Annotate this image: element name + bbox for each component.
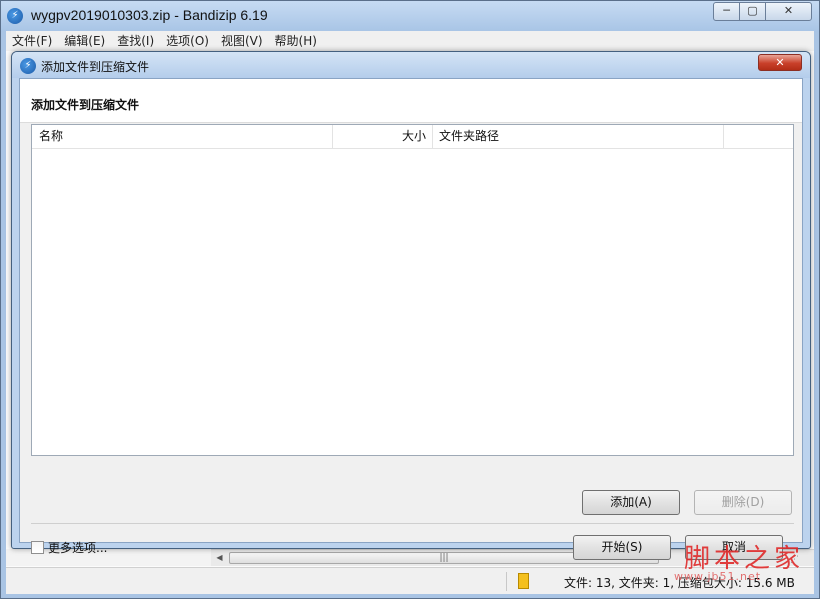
add-button[interactable]: 添加(A)	[582, 490, 680, 515]
status-separator	[506, 572, 507, 591]
dialog-body: 添加文件到压缩文件 名称 大小 文件夹路径 添加(A) 删除(D) 更多选项..…	[19, 78, 803, 565]
bandizip-icon[interactable]: ⚡	[7, 8, 23, 24]
menu-file[interactable]: 文件(F)	[6, 31, 58, 51]
scroll-left-arrow-icon[interactable]: ◀	[211, 550, 228, 566]
column-empty[interactable]	[724, 125, 793, 148]
close-button[interactable]: ✕	[765, 2, 812, 21]
dialog-title: 添加文件到压缩文件	[41, 60, 150, 74]
delete-button[interactable]: 删除(D)	[694, 490, 792, 515]
window-title: wygpv2019010303.zip - Bandizip 6.19	[31, 7, 268, 23]
start-button[interactable]: 开始(S)	[573, 535, 671, 560]
more-options-checkbox[interactable]	[31, 540, 44, 554]
dialog-titlebar[interactable]: ⚡ 添加文件到压缩文件 ✕	[12, 52, 810, 78]
watermark: 脚本之家 www.jb51.net	[672, 538, 814, 588]
menu-bar: 文件(F) 编辑(E) 查找(I) 选项(O) 视图(V) 帮助(H)	[6, 31, 814, 51]
dialog-heading: 添加文件到压缩文件	[31, 98, 140, 112]
menu-options[interactable]: 选项(O)	[160, 31, 215, 51]
add-files-dialog: ⚡ 添加文件到压缩文件 ✕ 添加文件到压缩文件 名称 大小 文件夹路径 添加(A…	[11, 51, 811, 565]
menu-view[interactable]: 视图(V)	[215, 31, 269, 51]
list-header: 名称 大小 文件夹路径	[32, 125, 793, 149]
zip-archive-icon	[518, 573, 529, 589]
column-name[interactable]: 名称	[32, 125, 333, 148]
maximize-button[interactable]: ▢	[739, 2, 766, 21]
dialog-header: 添加文件到压缩文件	[20, 79, 802, 123]
column-folder-path[interactable]: 文件夹路径	[433, 125, 724, 148]
more-options-label[interactable]: 更多选项...	[48, 539, 107, 556]
menu-find[interactable]: 查找(I)	[111, 31, 160, 51]
minimize-button[interactable]: ─	[713, 2, 740, 21]
menu-edit[interactable]: 编辑(E)	[58, 31, 111, 51]
watermark-url: www.jb51.net	[674, 570, 762, 583]
more-options[interactable]: 更多选项...	[31, 539, 107, 555]
column-size[interactable]: 大小	[333, 125, 433, 148]
dialog-divider	[31, 523, 794, 524]
menu-help[interactable]: 帮助(H)	[269, 31, 323, 51]
dialog-close-button[interactable]: ✕	[758, 54, 802, 71]
file-list[interactable]: 名称 大小 文件夹路径	[31, 124, 794, 456]
main-titlebar[interactable]: ⚡ wygpv2019010303.zip - Bandizip 6.19 ─ …	[1, 1, 819, 31]
bandizip-icon: ⚡	[20, 58, 36, 74]
